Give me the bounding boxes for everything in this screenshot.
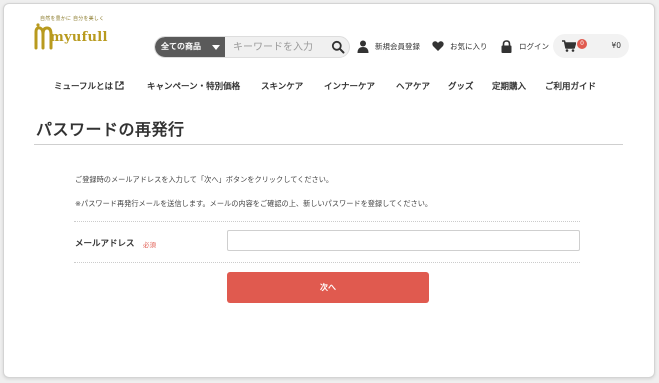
required-badge: 必須: [143, 241, 156, 249]
nav-item-about[interactable]: ミューフルとは: [54, 77, 124, 97]
logo-tagline: 自然を豊かに 自分を美しく: [40, 16, 105, 22]
caret-down-icon: [212, 45, 220, 50]
login-label: ログイン: [519, 42, 549, 51]
search-category-select[interactable]: 全ての商品: [155, 37, 225, 57]
cart-total: ¥0: [611, 41, 621, 50]
nav-item-campaign[interactable]: キャンペーン・特別価格: [147, 77, 240, 97]
search-category-label: 全ての商品: [161, 42, 201, 51]
title-divider: [34, 144, 623, 145]
instruction-text: ご登録時のメールアドレスを入力して「次へ」ボタンをクリックしてください。: [75, 175, 334, 184]
search-icon[interactable]: [331, 40, 345, 54]
email-label: メールアドレス: [75, 239, 135, 249]
favorites-label: お気に入り: [450, 42, 488, 51]
cart-button[interactable]: 0 ¥0: [553, 34, 629, 58]
logo-text: myufull: [50, 30, 108, 45]
register-link[interactable]: 新規会員登録: [357, 40, 427, 54]
nav-item-label: ヘアケア: [396, 82, 431, 92]
lock-icon: [501, 40, 512, 53]
nav-item-guide[interactable]: ご利用ガイド: [545, 77, 596, 97]
cart-count-badge: 0: [577, 39, 587, 49]
page-title: パスワードの再発行: [36, 120, 185, 139]
main-nav: ミューフルとは キャンペーン・特別価格 スキンケア インナーケア ヘアケア グッ…: [4, 77, 654, 97]
nav-item-label: キャンペーン・特別価格: [147, 82, 241, 92]
notice-text: ※パスワード再発行メールを送信します。メールの内容をご確認の上、新しいパスワード…: [75, 199, 433, 208]
favorites-link[interactable]: お気に入り: [432, 40, 492, 54]
next-button[interactable]: 次へ: [227, 272, 429, 303]
page-frame: 自然を豊かに 自分を美しく myufull 全ての商品 新規会員登録 お気に入り: [3, 3, 655, 378]
cart-icon: [562, 40, 576, 52]
nav-item-innercare[interactable]: インナーケア: [324, 77, 375, 97]
login-link[interactable]: ログイン: [501, 40, 551, 54]
nav-item-haircare[interactable]: ヘアケア: [396, 77, 430, 97]
nav-item-label: グッズ: [448, 82, 474, 92]
site-logo[interactable]: 自然を豊かに 自分を美しく myufull: [34, 12, 114, 58]
nav-item-label: 定期購入: [492, 82, 527, 92]
nav-item-label: スキンケア: [261, 82, 304, 92]
nav-item-goods[interactable]: グッズ: [448, 77, 474, 97]
search-input[interactable]: [229, 37, 327, 57]
register-label: 新規会員登録: [375, 42, 420, 51]
nav-item-label: ミューフルとは: [54, 82, 113, 92]
nav-item-label: ご利用ガイド: [545, 82, 597, 92]
nav-item-label: インナーケア: [324, 82, 376, 92]
user-icon: [357, 40, 369, 53]
external-link-icon: [115, 81, 124, 90]
form-divider-top: [74, 221, 580, 222]
search-bar: 全ての商品: [154, 36, 350, 58]
heart-icon: [432, 41, 444, 51]
nav-item-skincare[interactable]: スキンケア: [261, 77, 303, 97]
nav-item-subscription[interactable]: 定期購入: [492, 77, 526, 97]
form-divider-bottom: [74, 262, 580, 263]
email-field[interactable]: [227, 230, 580, 251]
